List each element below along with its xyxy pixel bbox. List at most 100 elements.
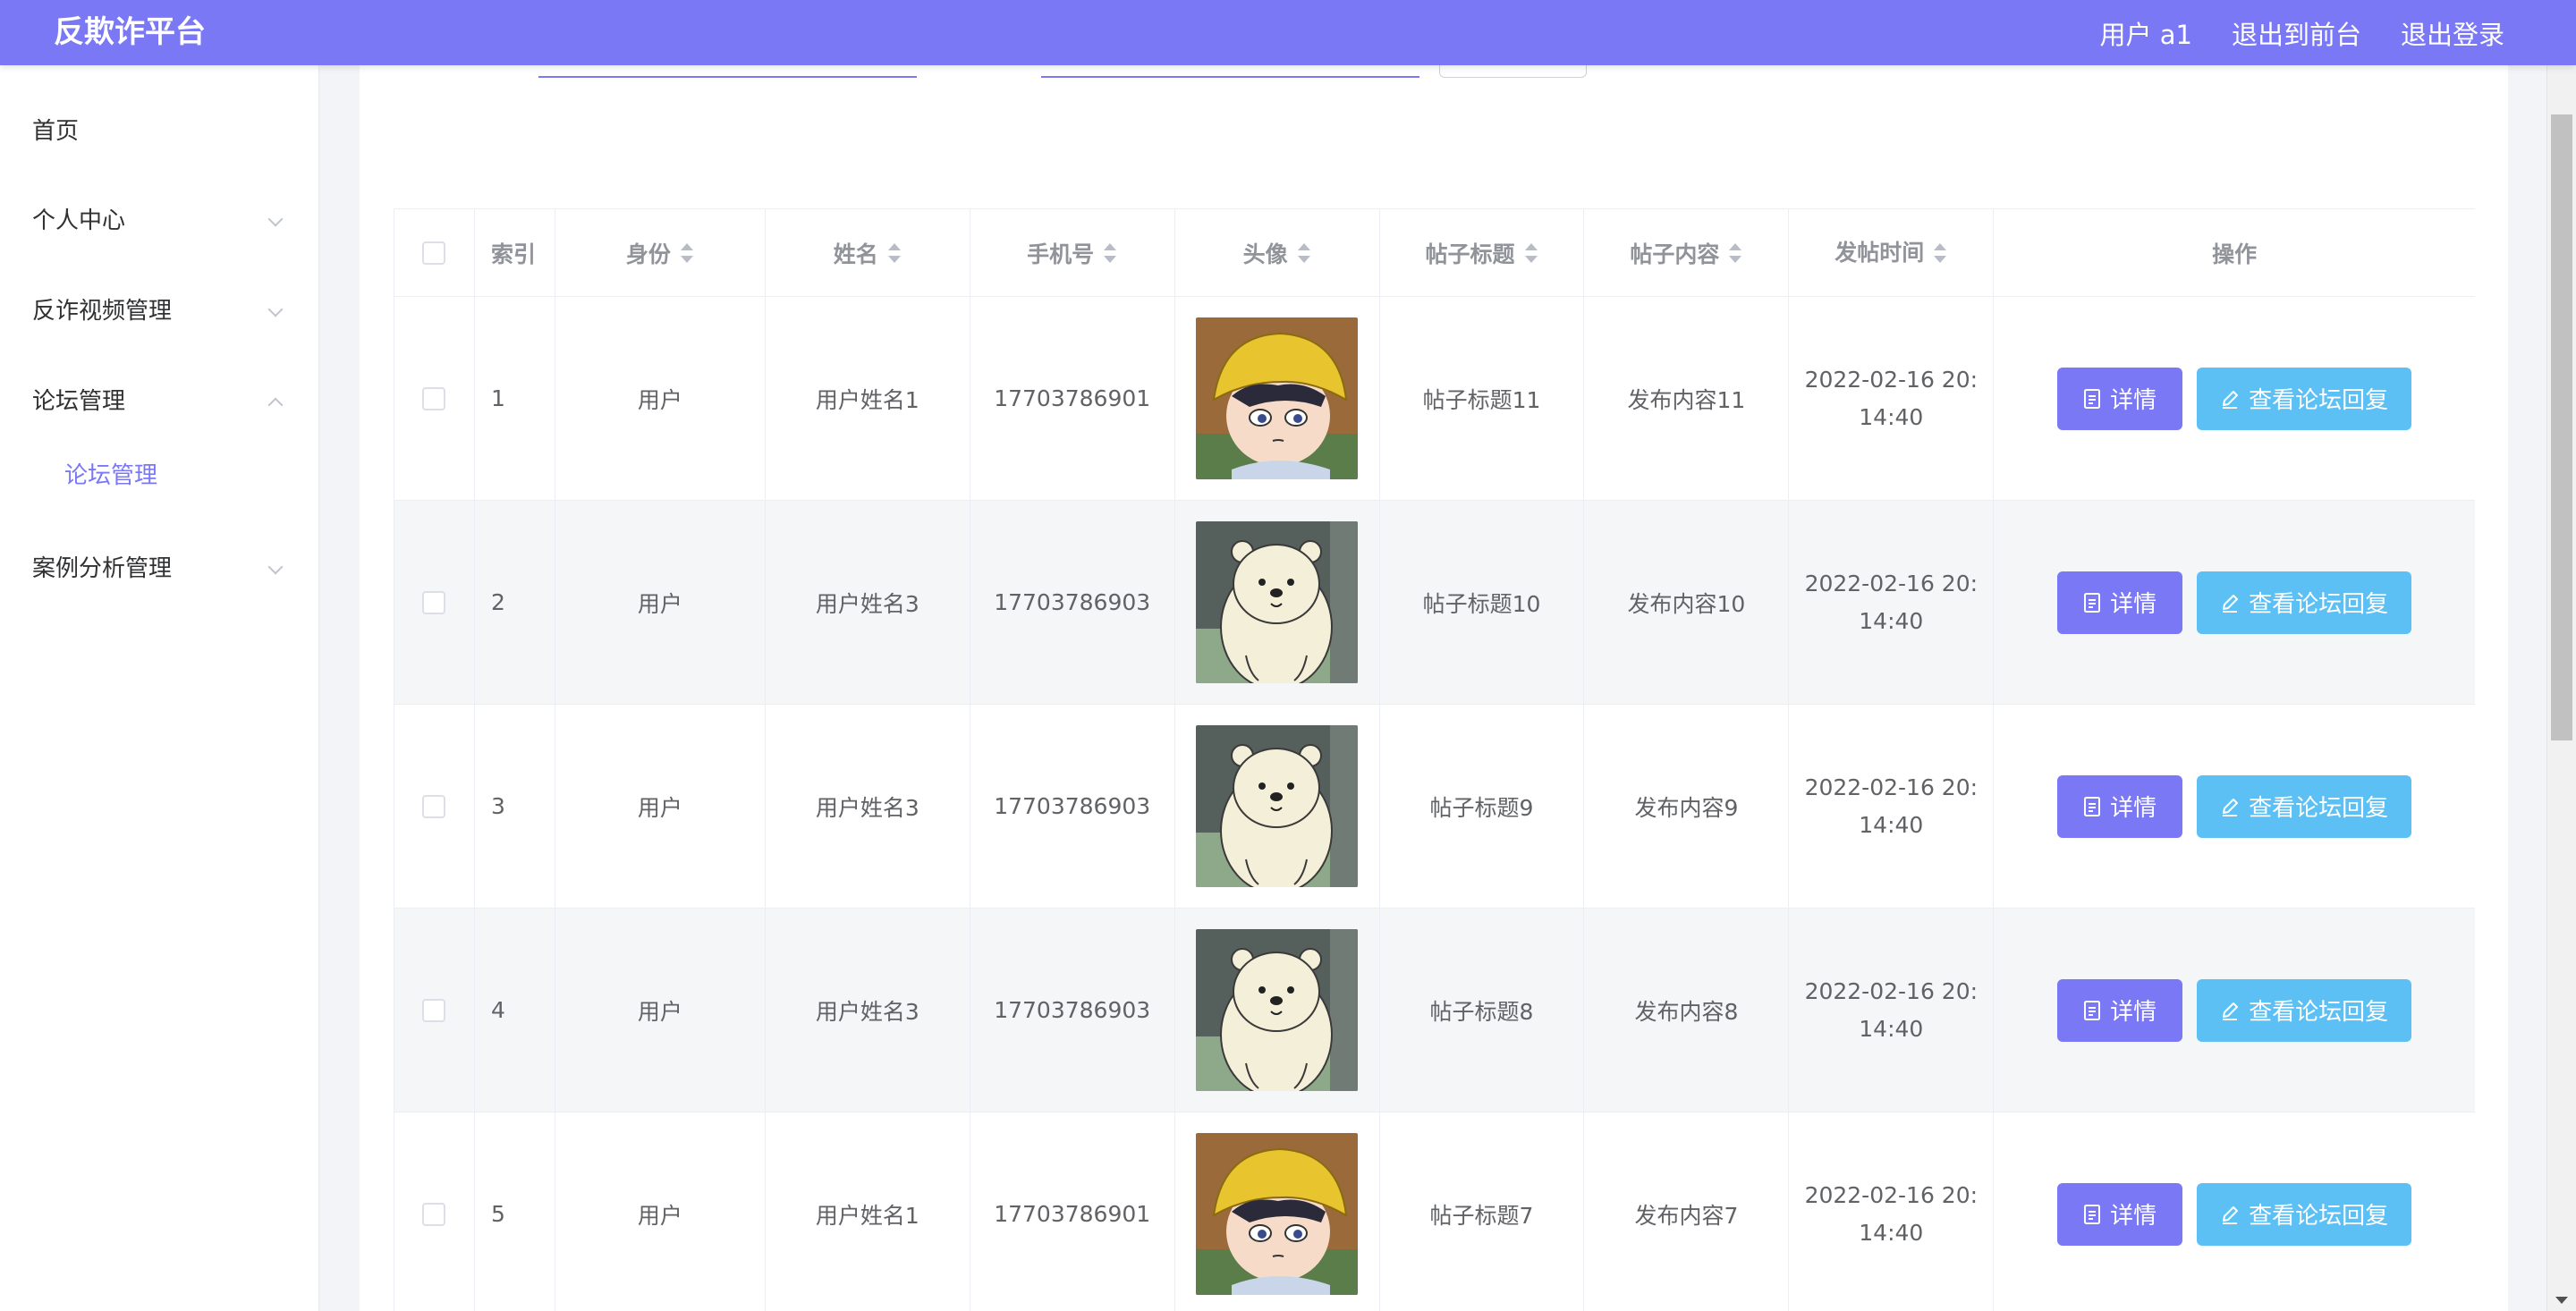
header-role-label: 身份 (625, 241, 671, 267)
cell-name-text: 用户姓名3 (815, 590, 919, 617)
cell-time: 2022-02-16 20: 14:40 (1789, 705, 1995, 909)
white-bear-avatar (1196, 521, 1359, 683)
sidebar-item-home[interactable]: 首页 (0, 87, 318, 176)
avatar[interactable] (1196, 317, 1359, 479)
sidebar-item-label: 反诈视频管理 (32, 298, 173, 325)
cell-index-text: 4 (490, 997, 505, 1023)
cell-name: 用户姓名1 (765, 297, 970, 501)
avatar[interactable] (1196, 1133, 1359, 1295)
edit-pen-icon (2223, 1205, 2239, 1224)
cell-avatar (1174, 705, 1380, 909)
view-reply-button[interactable]: 查看论坛回复 (2197, 978, 2412, 1042)
scroll-down-arrow-icon[interactable] (2555, 1297, 2568, 1304)
detail-button[interactable]: 详情 (2057, 1182, 2183, 1246)
cell-content: 发布内容8 (1584, 909, 1790, 1112)
table-row: 1 用户 用户姓名1 17703786901 帖子标题11 发布内容11 202… (394, 297, 2476, 501)
header-content-label: 帖子内容 (1630, 241, 1720, 267)
cell-content: 发布内容9 (1584, 705, 1790, 909)
cell-content-text: 发布内容9 (1634, 794, 1739, 821)
detail-button-label: 详情 (2110, 1203, 2157, 1230)
sort-icon[interactable] (1524, 241, 1538, 265)
header-role[interactable]: 身份 (555, 209, 766, 297)
cell-role-text: 用户 (637, 386, 682, 413)
sidebar-item-video[interactable]: 反诈视频管理 (0, 266, 318, 357)
detail-button[interactable]: 详情 (2057, 571, 2183, 634)
sidebar-item-personal[interactable]: 个人中心 (0, 176, 318, 266)
page-scrollbar[interactable] (2546, 65, 2576, 1311)
cell-phone: 17703786903 (970, 705, 1175, 909)
scrollbar-thumb[interactable] (2551, 114, 2572, 740)
front-link[interactable]: 退出到前台 (2232, 14, 2361, 52)
cell-name-text: 用户姓名1 (815, 386, 919, 413)
view-reply-button[interactable]: 查看论坛回复 (2197, 1182, 2412, 1246)
cell-name-text: 用户姓名3 (815, 794, 919, 821)
header-phone-label: 手机号 (1027, 241, 1095, 267)
cell-ops: 详情 查看论坛回复 (1994, 501, 2476, 705)
row-checkbox[interactable] (422, 1202, 446, 1226)
header-title-label: 帖子标题 (1425, 241, 1515, 267)
header-phone[interactable]: 手机号 (970, 209, 1175, 297)
sidebar-item-forum[interactable]: 论坛管理 (0, 357, 318, 447)
row-checkbox[interactable] (422, 998, 446, 1022)
cell-avatar (1174, 909, 1380, 1112)
cell-role: 用户 (555, 297, 766, 501)
sort-icon[interactable] (887, 241, 902, 265)
detail-button[interactable]: 详情 (2057, 367, 2183, 430)
cell-title-text: 帖子标题8 (1429, 998, 1534, 1025)
sort-icon[interactable] (1103, 241, 1117, 265)
row-checkbox-cell (394, 909, 475, 1112)
search-button[interactable] (1439, 65, 1587, 78)
sort-icon[interactable] (680, 241, 694, 265)
cell-role: 用户 (555, 501, 766, 705)
logout-link[interactable]: 退出登录 (2401, 14, 2504, 52)
time-line-1: 2022-02-16 20: (1804, 1181, 1979, 1208)
view-reply-button[interactable]: 查看论坛回复 (2197, 367, 2412, 430)
avatar[interactable] (1196, 929, 1359, 1091)
sidebar-item-label: 案例分析管理 (32, 555, 173, 582)
cell-ops: 详情 查看论坛回复 (1994, 297, 2476, 501)
header-name[interactable]: 姓名 (765, 209, 970, 297)
view-reply-button[interactable]: 查看论坛回复 (2197, 774, 2412, 838)
detail-button[interactable]: 详情 (2057, 774, 2183, 838)
edit-pen-icon (2223, 594, 2239, 613)
cell-phone-text: 17703786903 (994, 793, 1151, 819)
cell-content: 发布内容7 (1584, 1112, 1790, 1311)
header-title[interactable]: 帖子标题 (1379, 209, 1585, 297)
cell-time-text: 2022-02-16 20: 14:40 (1805, 361, 1978, 436)
sort-icon[interactable] (1297, 241, 1311, 265)
avatar[interactable] (1196, 521, 1359, 683)
cell-avatar (1175, 1112, 1380, 1311)
sort-icon[interactable] (1933, 241, 1947, 265)
search-input-title[interactable] (538, 76, 917, 78)
sidebar-item-case[interactable]: 案例分析管理 (0, 524, 318, 614)
sidebar-subitem-forum[interactable]: 论坛管理 (0, 436, 318, 515)
cell-phone-text: 17703786903 (994, 589, 1151, 615)
time-line-2: 14:40 (1859, 1015, 1924, 1042)
header-avatar[interactable]: 头像 (1174, 209, 1380, 297)
row-checkbox[interactable] (422, 794, 446, 818)
select-all-checkbox[interactable] (422, 241, 446, 265)
time-line-2: 14:40 (1859, 811, 1924, 838)
sidebar: 首页 个人中心 反诈视频管理 论坛管理 论坛管理 案例分析管理 (0, 65, 319, 1311)
cell-name: 用户姓名1 (766, 1112, 970, 1311)
detail-button-label: 详情 (2110, 999, 2157, 1026)
cell-index: 2 (474, 501, 555, 705)
header-time[interactable]: 发帖时间 (1789, 209, 1995, 297)
cell-time-text: 2022-02-16 20: 14:40 (1805, 565, 1978, 640)
cell-content-text: 发布内容10 (1627, 590, 1746, 617)
sidebar-item-label: 首页 (32, 118, 80, 145)
detail-button-label: 详情 (2110, 795, 2157, 822)
avatar[interactable] (1196, 725, 1359, 887)
row-checkbox[interactable] (422, 590, 446, 614)
view-reply-button[interactable]: 查看论坛回复 (2197, 571, 2412, 634)
detail-button[interactable]: 详情 (2057, 978, 2183, 1042)
cell-name: 用户姓名3 (765, 705, 970, 909)
header-content[interactable]: 帖子内容 (1584, 209, 1790, 297)
sort-icon[interactable] (1728, 241, 1742, 265)
cell-index: 3 (474, 705, 555, 909)
cell-index: 1 (474, 297, 555, 501)
search-input-content[interactable] (1041, 76, 1419, 78)
row-checkbox[interactable] (422, 386, 446, 410)
cell-title: 帖子标题10 (1379, 501, 1585, 705)
cell-time: 2022-02-16 20: 14:40 (1789, 501, 1995, 705)
